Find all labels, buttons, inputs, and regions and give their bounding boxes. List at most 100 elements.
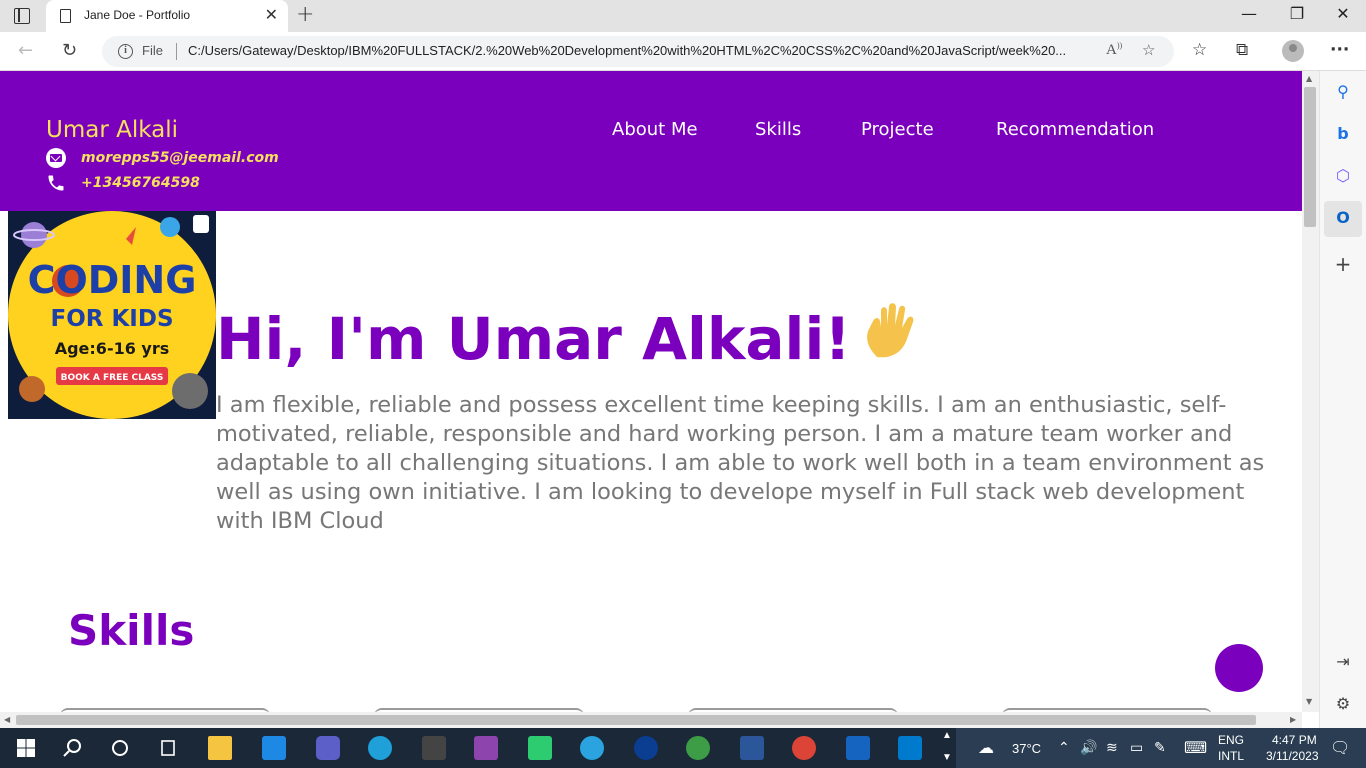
vertical-scroll-thumb[interactable] <box>1304 87 1316 227</box>
about-paragraph: I am flexible, reliable and possess exce… <box>216 392 1265 534</box>
email-row: morepps55@jeemail.com <box>46 148 279 168</box>
url-text[interactable]: C:/Users/Gateway/Desktop/IBM%20FULLSTACK… <box>188 43 1066 58</box>
clock-time[interactable]: 4:47 PM <box>1272 733 1317 747</box>
coding-for-kids-banner: CODING FOR KIDS Age:6-16 yrs BOOK A FREE… <box>8 211 216 419</box>
scroll-right-icon[interactable]: ▶ <box>1290 715 1296 724</box>
browser-tab-bar: Jane Doe - Portfolio ✕ + — ❐ ✕ <box>0 0 1366 32</box>
notifications-icon[interactable]: 🗨 <box>1330 738 1350 758</box>
site-header: Umar Alkali morepps55@jeemail.com +13456… <box>0 71 1302 211</box>
banner-coding-text: CODING <box>28 258 197 302</box>
add-sidebar-app-icon[interactable]: + <box>1332 253 1354 275</box>
phone-text[interactable]: +13456764598 <box>81 175 200 191</box>
show-hidden-icons-icon[interactable]: ⌃ <box>1058 739 1070 756</box>
info-icon[interactable]: i <box>118 44 133 59</box>
task-view-icon[interactable] <box>156 736 180 760</box>
app-icon[interactable] <box>528 736 552 760</box>
sidebar-settings-icon[interactable]: ⚙ <box>1332 693 1354 715</box>
nav-link-about-me[interactable]: About Me <box>612 119 698 140</box>
system-tray: ☁ 37°C ⌃ 🔊 ≋ ▭ ✎ ⌨ ENG INTL 4:47 PM 3/11… <box>956 728 1366 768</box>
scroll-down-icon[interactable]: ▼ <box>1306 697 1312 706</box>
edge-sidebar: ⚲ b ⬡ O + ⇥ ⚙ <box>1319 71 1366 728</box>
email-icon <box>46 148 66 168</box>
nav-link-skills[interactable]: Skills <box>755 119 801 140</box>
file-label: File <box>142 43 163 58</box>
hide-sidebar-icon[interactable]: ⇥ <box>1332 651 1354 673</box>
app-icon[interactable] <box>846 736 870 760</box>
banner-cta-text: BOOK A FREE CLASS <box>61 373 164 383</box>
vscode-icon[interactable] <box>898 736 922 760</box>
more-options-icon[interactable]: ··· <box>1330 40 1349 60</box>
overflow-down-icon[interactable]: ▼ <box>942 752 952 763</box>
weather-icon[interactable]: ☁ <box>978 738 994 758</box>
keyboard-icon[interactable]: ⌨ <box>1184 738 1207 758</box>
add-favorite-icon[interactable]: ☆ <box>1142 41 1155 59</box>
wifi-icon[interactable]: ≋ <box>1106 739 1118 756</box>
banner-kids-text: FOR KIDS <box>50 306 173 332</box>
start-icon[interactable] <box>14 736 38 760</box>
new-tab-icon[interactable]: + <box>296 2 314 27</box>
address-bar: ← ↻ i File C:/Users/Gateway/Desktop/IBM%… <box>0 32 1366 71</box>
edge-icon[interactable] <box>368 736 392 760</box>
read-aloud-icon[interactable]: A)) <box>1106 41 1122 59</box>
chrome-icon[interactable] <box>792 736 816 760</box>
close-tab-icon[interactable]: ✕ <box>265 5 278 24</box>
horizontal-scroll-thumb[interactable] <box>16 715 1256 725</box>
tab-actions-icon[interactable] <box>14 8 30 24</box>
outlook-icon[interactable]: O <box>1332 207 1354 229</box>
search-icon[interactable]: ⚲ <box>1332 81 1354 103</box>
restore-icon[interactable]: ❐ <box>1274 4 1320 23</box>
language-layout[interactable]: INTL <box>1218 749 1244 763</box>
minimize-icon[interactable]: — <box>1226 4 1272 23</box>
url-field[interactable]: i File C:/Users/Gateway/Desktop/IBM%20FU… <box>102 36 1174 67</box>
page-favicon-icon <box>60 9 71 23</box>
telegram-icon[interactable] <box>580 736 604 760</box>
email-text[interactable]: morepps55@jeemail.com <box>81 150 279 166</box>
phone-icon <box>48 175 64 191</box>
browser-tab[interactable]: Jane Doe - Portfolio ✕ <box>46 0 288 32</box>
earth-icon[interactable] <box>686 736 710 760</box>
profile-avatar[interactable] <box>1282 40 1304 62</box>
waving-hand-icon <box>866 303 914 358</box>
volume-icon[interactable]: 🔊 <box>1080 739 1097 756</box>
close-window-icon[interactable]: ✕ <box>1320 4 1366 23</box>
battery-icon[interactable]: ▭ <box>1130 739 1143 756</box>
collections-icon[interactable]: ⧉ <box>1236 40 1248 60</box>
teams-icon[interactable] <box>316 736 340 760</box>
hero-heading: Hi, I'm Umar Alkali! <box>216 303 925 373</box>
taskbar-search-icon[interactable] <box>60 736 84 760</box>
favorites-icon[interactable]: ☆ <box>1192 40 1207 60</box>
site-name: Umar Alkali <box>46 117 179 143</box>
vertical-scrollbar[interactable]: ▲ ▼ <box>1302 71 1319 712</box>
app-icon[interactable] <box>634 736 658 760</box>
nav-link-recommendation[interactable]: Recommendation <box>996 119 1154 140</box>
overflow-up-icon[interactable]: ▲ <box>942 730 952 741</box>
skills-heading: Skills <box>68 606 195 655</box>
clock-date[interactable]: 3/11/2023 <box>1266 749 1319 763</box>
scroll-left-icon[interactable]: ◀ <box>4 715 10 724</box>
banner-age-text: Age:6-16 yrs <box>55 339 170 358</box>
tab-title: Jane Doe - Portfolio <box>84 8 191 22</box>
office-icon[interactable]: ⬡ <box>1332 165 1354 187</box>
divider <box>176 43 177 60</box>
language-code[interactable]: ENG <box>1218 733 1244 747</box>
horizontal-scrollbar[interactable]: ◀ ▶ <box>0 712 1302 728</box>
back-icon[interactable]: ← <box>18 40 33 61</box>
bing-chat-icon[interactable]: b <box>1332 123 1354 145</box>
windows-taskbar: ▲ ▼ ☁ 37°C ⌃ 🔊 ≋ ▭ ✎ ⌨ ENG INTL 4:47 PM … <box>0 728 1366 768</box>
pen-icon[interactable]: ✎ <box>1154 739 1166 756</box>
hero-title-text: Hi, I'm Umar Alkali! <box>216 305 851 373</box>
temperature-text[interactable]: 37°C <box>1012 741 1041 756</box>
phone-row: +13456764598 <box>46 173 200 193</box>
floating-action-button[interactable] <box>1215 644 1263 692</box>
visual-studio-icon[interactable] <box>474 736 498 760</box>
file-explorer-icon[interactable] <box>208 736 232 760</box>
profile-image: CODING FOR KIDS Age:6-16 yrs BOOK A FREE… <box>8 211 216 419</box>
scroll-up-icon[interactable]: ▲ <box>1306 74 1312 83</box>
game-app-icon[interactable] <box>422 736 446 760</box>
page-viewport: Umar Alkali morepps55@jeemail.com +13456… <box>0 71 1302 712</box>
word-icon[interactable] <box>740 736 764 760</box>
refresh-icon[interactable]: ↻ <box>62 40 77 61</box>
mail-icon[interactable] <box>262 736 286 760</box>
cortana-icon[interactable] <box>108 736 132 760</box>
nav-link-projects[interactable]: Projecte <box>861 119 934 140</box>
